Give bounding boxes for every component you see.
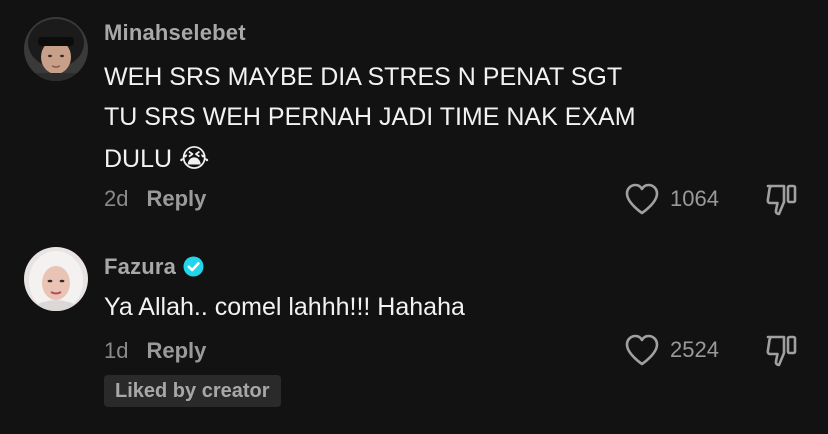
comment-meta: 2d Reply (104, 186, 206, 212)
like-count: 1064 (670, 186, 719, 211)
like-button[interactable]: 2524 (624, 333, 719, 367)
thumbs-down-icon (766, 335, 797, 367)
comment-meta: 1d Reply (104, 338, 206, 364)
liked-by-creator-badge: Liked by creator (104, 375, 281, 407)
username[interactable]: Minahselebet (104, 20, 246, 46)
reply-button[interactable]: Reply (146, 186, 206, 211)
verified-badge-icon (183, 256, 204, 277)
comment-line-last: DULU 😭 (104, 137, 209, 180)
comment-age: 1d (104, 338, 129, 363)
comment-line: Ya Allah.. comel lahhh!!! Hahaha (104, 293, 465, 321)
avatar[interactable] (24, 17, 88, 81)
comment-line: TU SRS WEH PERNAH JADI TIME NAK EXAM (104, 103, 636, 131)
dislike-button[interactable] (764, 332, 800, 368)
comment-line: WEH SRS MAYBE DIA STRES N PENAT SGT (104, 63, 623, 91)
crying-face-emoji: 😭 (179, 143, 210, 173)
user-avatar-helmet-icon (24, 17, 88, 81)
reply-button[interactable]: Reply (146, 338, 206, 363)
thumbs-down-icon (766, 184, 797, 216)
heart-icon (625, 183, 659, 215)
dislike-button[interactable] (764, 181, 800, 217)
username[interactable]: Fazura (104, 254, 176, 279)
heart-icon (625, 334, 659, 366)
comment-line-text: DULU (104, 145, 173, 173)
username-row: Fazura (104, 254, 204, 280)
comment-age: 2d (104, 186, 129, 211)
avatar[interactable] (24, 247, 88, 311)
like-button[interactable]: 1064 (624, 182, 719, 216)
like-count: 2524 (670, 337, 719, 362)
user-avatar-hijab-icon (24, 247, 88, 311)
